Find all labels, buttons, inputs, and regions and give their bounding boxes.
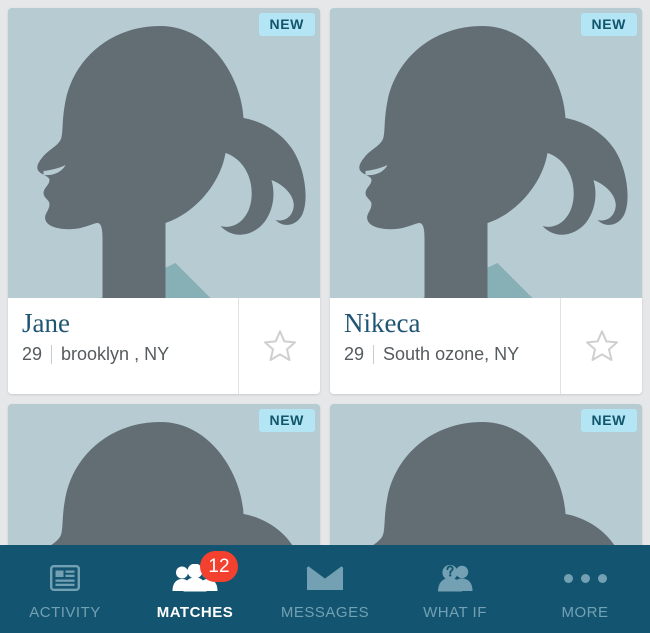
match-details: Nikeca 29 South ozone, NY (330, 298, 560, 394)
favorite-button[interactable] (560, 298, 642, 394)
nav-item-what-if[interactable]: WHAT IF (390, 545, 520, 633)
matches-count-badge: 12 (200, 551, 238, 582)
match-age: 29 (22, 344, 43, 365)
nav-icon-wrapper: 12 (172, 551, 238, 595)
dot (580, 573, 590, 583)
match-info: Nikeca 29 South ozone, NY (330, 298, 642, 394)
dot (563, 573, 573, 583)
nav-label-more: MORE (561, 604, 609, 621)
match-age: 29 (344, 344, 365, 365)
nav-item-more[interactable]: MORE (520, 545, 650, 633)
match-card[interactable]: NEW Nikeca 29 South ozone, NY (330, 8, 642, 394)
female-silhouette-icon (8, 8, 320, 298)
question-person-icon (438, 564, 473, 592)
article-icon (50, 565, 80, 591)
ellipsis-icon (563, 573, 607, 583)
new-badge: NEW (258, 13, 315, 36)
match-meta: 29 South ozone, NY (344, 344, 560, 365)
match-location: brooklyn , NY (61, 344, 170, 365)
star-outline-icon (263, 330, 296, 361)
match-name: Jane (22, 308, 70, 338)
nav-label-activity: ACTIVITY (29, 604, 101, 621)
favorite-button[interactable] (238, 298, 320, 394)
bottom-navigation: ACTIVITY 12 MATCHES MESSAGES WHAT IF MOR… (0, 545, 650, 633)
match-meta: 29 brooklyn , NY (22, 344, 238, 365)
nav-label-what-if: WHAT IF (423, 604, 487, 621)
matches-screen: NEW Jane 29 brooklyn , NY NEW Nikeca 29 … (0, 0, 650, 633)
star-outline-icon (585, 330, 618, 361)
match-location: South ozone, NY (383, 344, 520, 365)
female-silhouette-icon (330, 8, 642, 298)
match-info: Jane 29 brooklyn , NY (8, 298, 320, 394)
nav-icon-wrapper (436, 561, 474, 595)
nav-icon-wrapper (50, 561, 80, 595)
matches-grid: NEW Jane 29 brooklyn , NY NEW Nikeca 29 … (8, 8, 642, 633)
new-badge: NEW (580, 13, 637, 36)
nav-item-matches[interactable]: 12 MATCHES (130, 545, 260, 633)
match-name: Nikeca (344, 308, 421, 338)
match-photo[interactable]: NEW (8, 8, 320, 298)
match-card[interactable]: NEW Jane 29 brooklyn , NY (8, 8, 320, 394)
match-photo[interactable]: NEW (330, 8, 642, 298)
meta-separator (373, 345, 375, 365)
dot (597, 573, 607, 583)
nav-item-activity[interactable]: ACTIVITY (0, 545, 130, 633)
new-badge: NEW (258, 409, 315, 432)
nav-label-matches: MATCHES (156, 604, 234, 621)
nav-label-messages: MESSAGES (280, 604, 370, 621)
envelope-icon (306, 565, 344, 590)
new-badge: NEW (580, 409, 637, 432)
meta-separator (51, 345, 53, 365)
nav-icon-wrapper (563, 561, 607, 595)
nav-item-messages[interactable]: MESSAGES (260, 545, 390, 633)
nav-icon-wrapper (306, 561, 344, 595)
match-details: Jane 29 brooklyn , NY (8, 298, 238, 394)
